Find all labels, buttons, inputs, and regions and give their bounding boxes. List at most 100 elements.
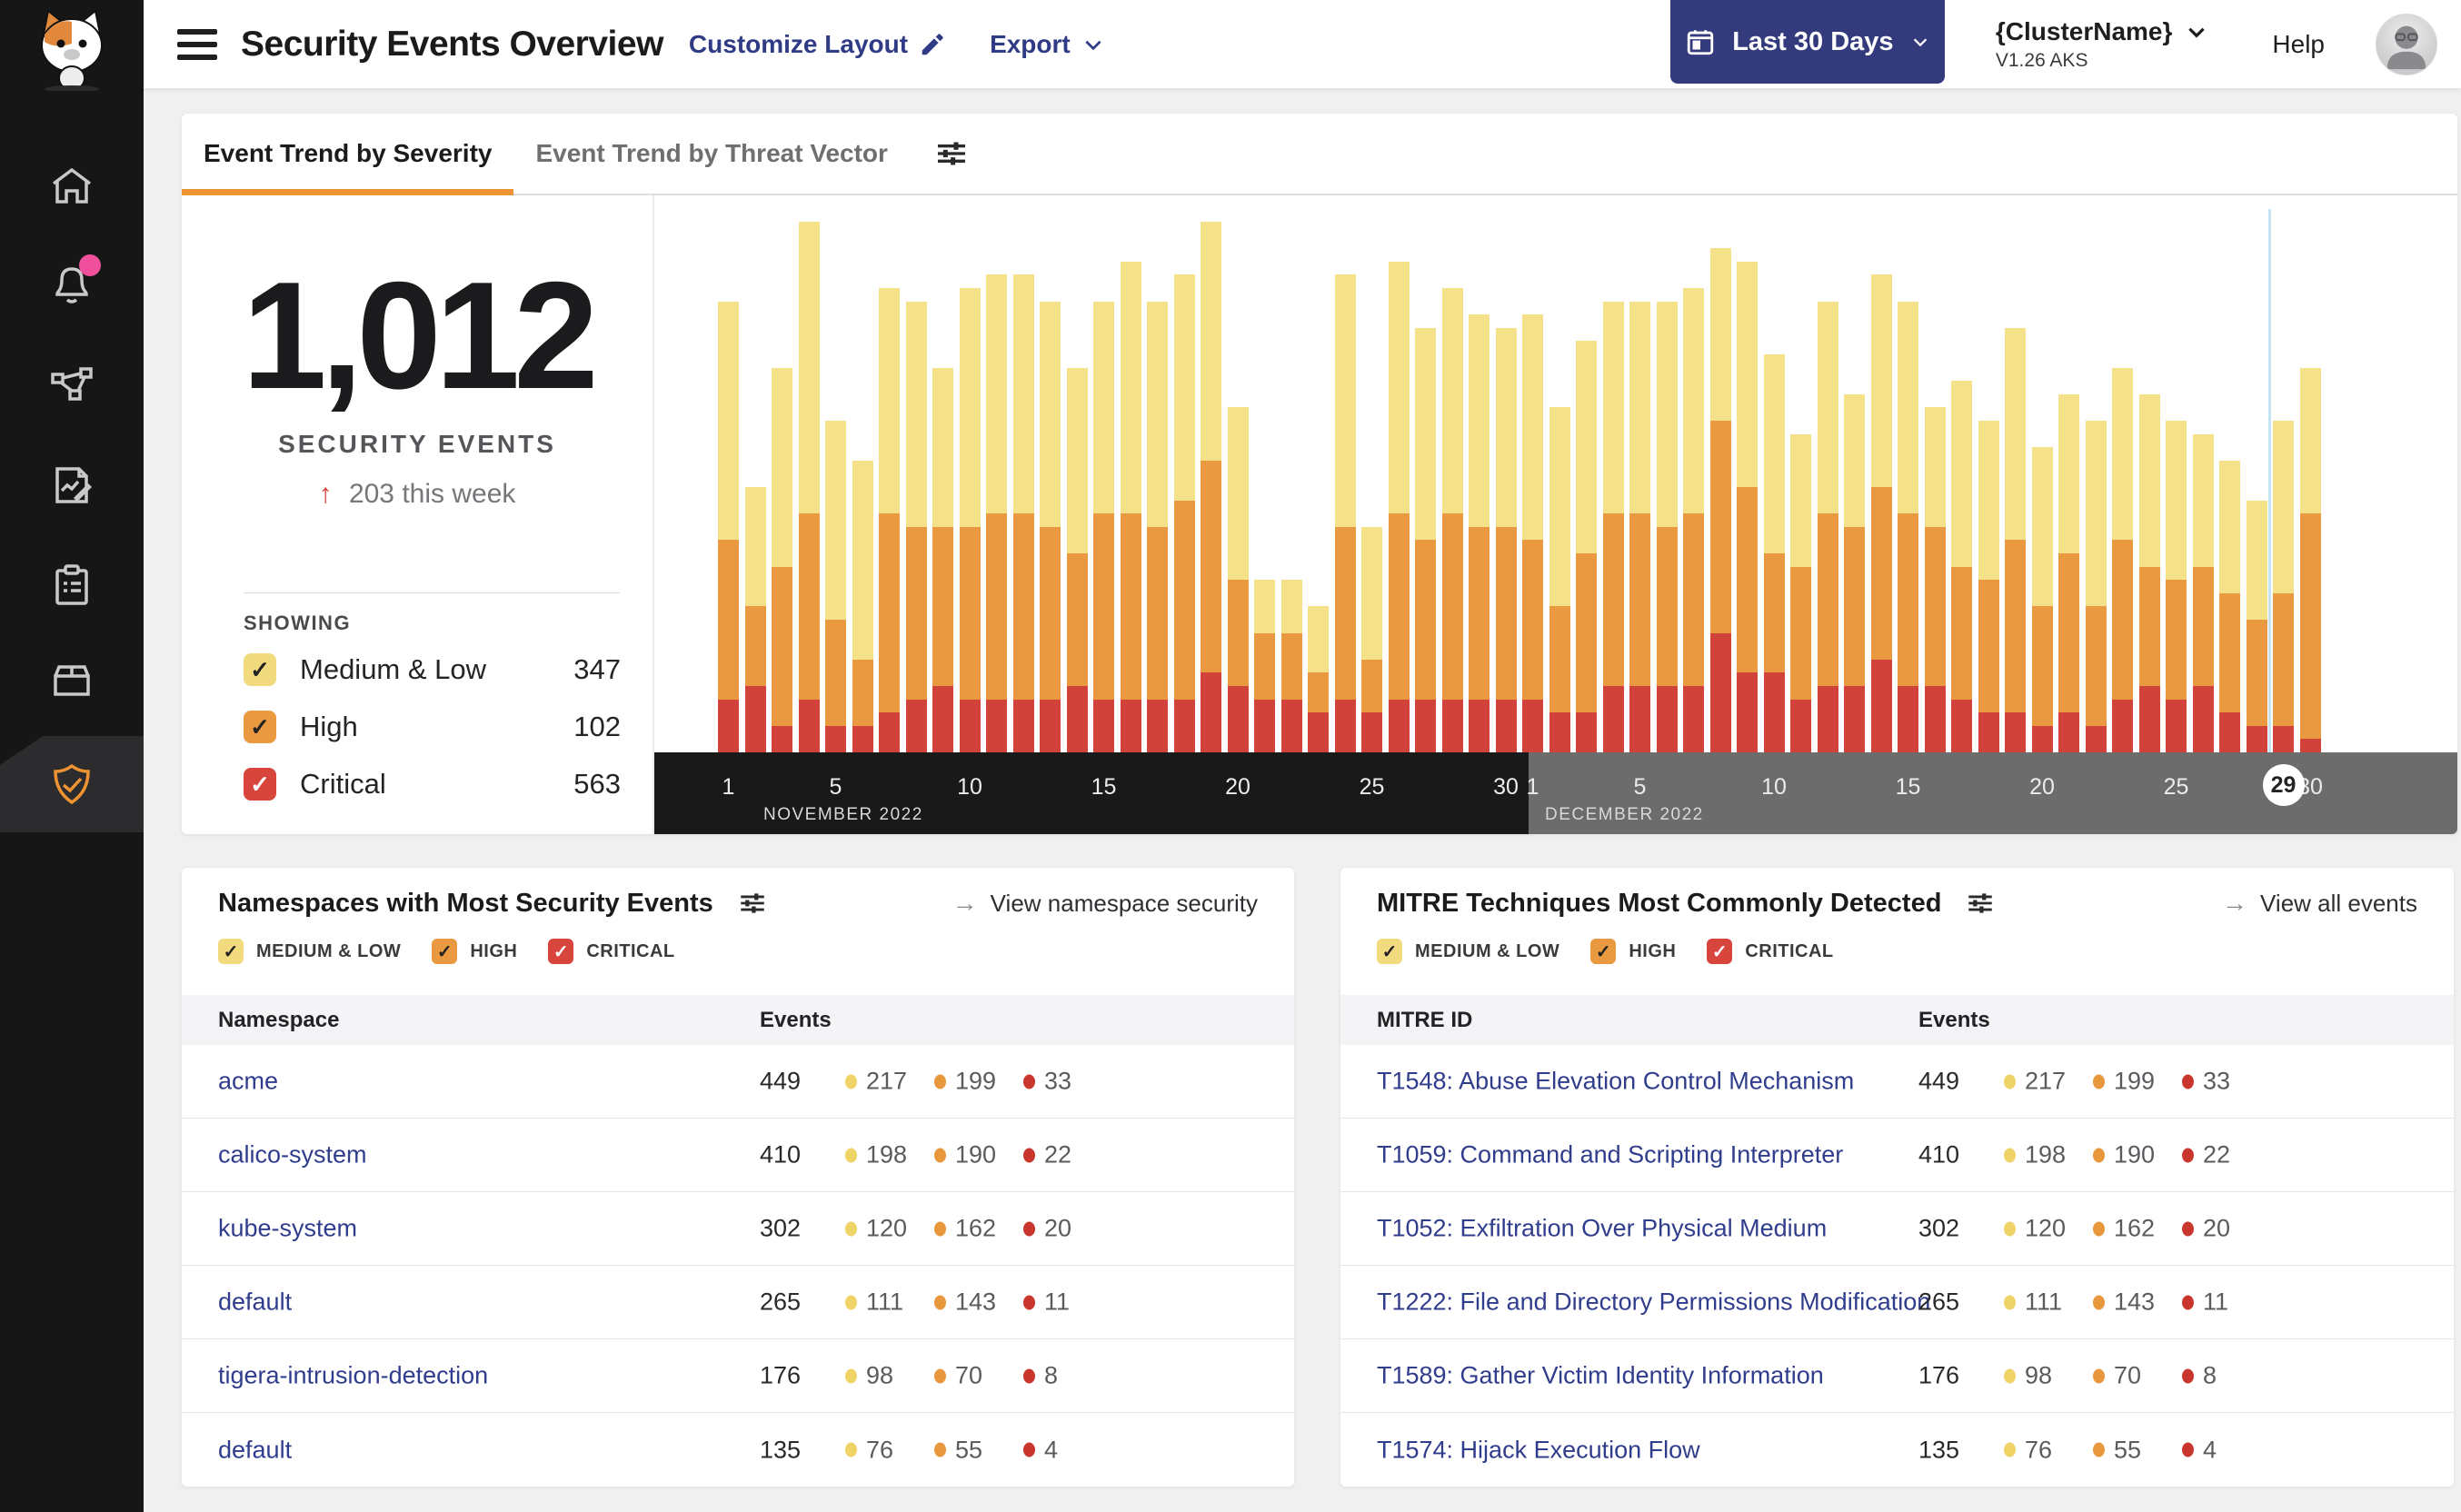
stacked-bar[interactable]: [1790, 433, 1811, 752]
mitre-technique-link[interactable]: T1574: Hijack Execution Flow: [1377, 1436, 1700, 1464]
tab-event-trend-by-threat-vector[interactable]: Event Trend by Threat Vector: [513, 114, 909, 194]
severity-chip-checkbox[interactable]: ✓: [218, 939, 244, 964]
stacked-bar[interactable]: [1120, 261, 1141, 752]
stacked-bar[interactable]: [986, 274, 1007, 752]
stacked-bar[interactable]: [905, 301, 927, 752]
table-row[interactable]: T1222: File and Directory Permissions Mo…: [1340, 1266, 2454, 1339]
stacked-bar[interactable]: [1227, 407, 1249, 752]
stacked-bar[interactable]: [1361, 526, 1382, 752]
severity-chip-checkbox[interactable]: ✓: [432, 939, 458, 964]
date-range-button[interactable]: Last 30 Days: [1669, 0, 1945, 84]
mitre-filter-sliders-icon[interactable]: [1965, 888, 1996, 919]
namespaces-filter-sliders-icon[interactable]: [737, 888, 768, 919]
stacked-bar[interactable]: [1201, 222, 1221, 752]
severity-chip-critical[interactable]: ✓ CRITICAL: [548, 939, 674, 964]
cluster-selector[interactable]: {ClusterName} V1.26 AKS: [1996, 17, 2209, 72]
sidebar-item-service-graph[interactable]: [0, 342, 144, 429]
stacked-bar[interactable]: [2138, 393, 2160, 752]
table-row[interactable]: T1589: Gather Victim Identity Informatio…: [1340, 1339, 2454, 1413]
stacked-bar[interactable]: [932, 367, 953, 752]
stacked-bar[interactable]: [1709, 248, 1731, 752]
severity-chip-medium-low[interactable]: ✓ MEDIUM & LOW: [1377, 939, 1559, 964]
sidebar-item-policies[interactable]: [0, 442, 144, 529]
stacked-bar[interactable]: [825, 421, 846, 752]
stacked-bar[interactable]: [1469, 314, 1490, 752]
stacked-bar[interactable]: [1308, 606, 1329, 752]
table-row[interactable]: T1059: Command and Scripting Interpreter…: [1340, 1119, 2454, 1192]
help-link[interactable]: Help: [2272, 30, 2325, 59]
stacked-bar[interactable]: [2273, 421, 2294, 752]
severity-chip-checkbox[interactable]: ✓: [1590, 939, 1617, 964]
namespace-link[interactable]: kube-system: [218, 1215, 357, 1243]
severity-chip-high[interactable]: ✓ HIGH: [1590, 939, 1676, 964]
mitre-technique-link[interactable]: T1548: Abuse Elevation Control Mechanism: [1377, 1068, 1854, 1096]
table-row[interactable]: calico-system 410 198 190 22: [182, 1119, 1294, 1192]
stacked-bar[interactable]: [798, 222, 820, 752]
stacked-bar[interactable]: [1978, 421, 1999, 752]
trend-filter-sliders-icon[interactable]: [933, 135, 970, 172]
namespace-link[interactable]: default: [218, 1288, 292, 1317]
sidebar-item-alerts[interactable]: [0, 242, 144, 329]
table-row[interactable]: T1052: Exfiltration Over Physical Medium…: [1340, 1192, 2454, 1266]
namespace-link[interactable]: default: [218, 1436, 292, 1464]
stacked-bar[interactable]: [1898, 301, 1918, 752]
table-row[interactable]: tigera-intrusion-detection 176 98 70 8: [182, 1339, 1294, 1413]
severity-chip-high[interactable]: ✓ HIGH: [432, 939, 517, 964]
namespace-link[interactable]: tigera-intrusion-detection: [218, 1362, 488, 1390]
stacked-bar[interactable]: [1656, 301, 1678, 752]
stacked-bar[interactable]: [1495, 327, 1517, 752]
stacked-bar[interactable]: [2219, 460, 2240, 752]
stacked-bar[interactable]: [1522, 314, 1543, 752]
stacked-bar[interactable]: [1817, 301, 1838, 752]
customize-layout-button[interactable]: Customize Layout: [689, 30, 946, 59]
severity-checkbox[interactable]: ✓: [244, 653, 276, 686]
hamburger-menu-button[interactable]: [177, 28, 217, 60]
stacked-bar[interactable]: [2192, 433, 2214, 752]
table-row[interactable]: acme 449 217 199 33: [182, 1045, 1294, 1119]
severity-checkbox[interactable]: ✓: [244, 768, 276, 801]
export-button[interactable]: Export: [990, 30, 1105, 59]
namespace-link[interactable]: calico-system: [218, 1141, 367, 1169]
mitre-technique-link[interactable]: T1059: Command and Scripting Interpreter: [1377, 1141, 1843, 1169]
stacked-bar[interactable]: [2031, 447, 2053, 752]
stacked-bar[interactable]: [1924, 407, 1946, 752]
severity-chip-checkbox[interactable]: ✓: [1377, 939, 1402, 964]
mitre-technique-link[interactable]: T1052: Exfiltration Over Physical Medium: [1377, 1215, 1827, 1243]
stacked-bar[interactable]: [2166, 421, 2187, 752]
stacked-bar[interactable]: [1737, 261, 1758, 752]
table-row[interactable]: default 135 76 55 4: [182, 1413, 1294, 1487]
stacked-bar[interactable]: [2085, 421, 2107, 752]
sidebar-item-workloads[interactable]: [0, 636, 144, 723]
stacked-bar[interactable]: [1951, 381, 1972, 752]
stacked-bar[interactable]: [1415, 327, 1436, 752]
severity-chip-checkbox[interactable]: ✓: [1707, 939, 1733, 964]
stacked-bar[interactable]: [2299, 367, 2321, 752]
severity-chip-checkbox[interactable]: ✓: [548, 939, 574, 964]
table-row[interactable]: T1548: Abuse Elevation Control Mechanism…: [1340, 1045, 2454, 1119]
stacked-bar[interactable]: [1280, 580, 1302, 752]
severity-chip-critical[interactable]: ✓ CRITICAL: [1707, 939, 1833, 964]
stacked-bar[interactable]: [1173, 274, 1195, 752]
stacked-bar[interactable]: [1147, 301, 1168, 752]
view-all-events-link[interactable]: → View all events: [2222, 889, 2417, 918]
stacked-bar[interactable]: [2058, 393, 2079, 752]
namespace-link[interactable]: acme: [218, 1068, 278, 1096]
stacked-bar[interactable]: [1441, 288, 1463, 752]
table-row[interactable]: default 265 111 143 11: [182, 1266, 1294, 1339]
stacked-bar[interactable]: [744, 487, 766, 752]
table-row[interactable]: kube-system 302 120 162 20: [182, 1192, 1294, 1266]
sidebar-item-home[interactable]: [0, 144, 144, 231]
stacked-bar[interactable]: [1549, 407, 1570, 752]
view-namespace-security-link[interactable]: → View namespace security: [952, 889, 1258, 918]
stacked-bar[interactable]: [1763, 354, 1785, 752]
stacked-bar[interactable]: [2112, 367, 2133, 752]
stacked-bar[interactable]: [1093, 301, 1114, 752]
stacked-bar[interactable]: [2005, 327, 2026, 752]
severity-chip-medium-low[interactable]: ✓ MEDIUM & LOW: [218, 939, 401, 964]
stacked-bar[interactable]: [1040, 301, 1061, 752]
stacked-bar[interactable]: [1870, 274, 1892, 752]
stacked-bar[interactable]: [1683, 288, 1704, 752]
stacked-bar[interactable]: [852, 460, 873, 752]
stacked-bar[interactable]: [1629, 301, 1650, 752]
sidebar-item-compliance[interactable]: [0, 542, 144, 629]
